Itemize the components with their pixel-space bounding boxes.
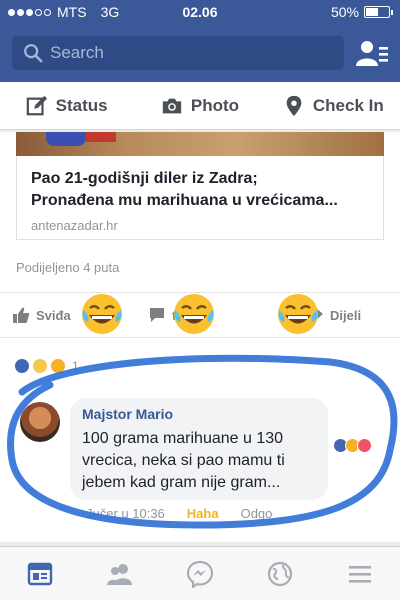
search-bar[interactable] <box>12 36 344 70</box>
link-title-line1: Pao 21-godišnji diler iz Zadra; <box>31 170 258 187</box>
tab-messenger[interactable] <box>184 558 216 590</box>
composer-bar: Status Photo Check In <box>0 82 400 130</box>
search-input[interactable] <box>50 43 310 63</box>
laughing-emoji-icon <box>82 294 122 334</box>
haha-reaction-button[interactable]: Haha <box>187 506 219 521</box>
comment-author[interactable]: Majstor Mario <box>82 406 316 422</box>
battery-percent: 50% <box>330 4 359 20</box>
avatar[interactable] <box>20 402 60 442</box>
friend-requests-icon[interactable] <box>356 38 388 68</box>
reply-button[interactable]: Odgo <box>241 506 273 521</box>
status-label: Status <box>55 95 108 115</box>
laughing-emoji-icon <box>278 294 318 334</box>
messenger-icon <box>186 560 214 588</box>
friends-icon <box>107 563 132 585</box>
search-icon <box>24 44 43 63</box>
thumbs-up-icon <box>13 307 30 323</box>
laughing-emoji-icon <box>174 294 214 334</box>
haha-icon <box>50 358 66 374</box>
comment-reactions[interactable] <box>333 438 372 453</box>
tab-bar <box>0 546 400 600</box>
like-button[interactable]: Sviđa <box>12 306 71 324</box>
link-preview-image[interactable] <box>16 132 384 156</box>
comment-text-line3: jebem kad gram nije gram... <box>82 474 281 491</box>
link-preview[interactable]: Pao 21-godišnji diler iz Zadra; Pronađen… <box>16 156 384 240</box>
camera-icon <box>162 98 182 113</box>
news-feed-icon <box>27 562 53 585</box>
top-bar: MTS 3G 02.06 50% <box>0 0 400 82</box>
reaction-summary[interactable]: 1 <box>14 358 79 374</box>
location-pin-icon <box>286 95 302 116</box>
checkin-button[interactable]: Check In <box>267 82 400 129</box>
comment-bubble: Majstor Mario 100 grama marihuane u 130 … <box>70 398 328 500</box>
comment-time: Jučer u 10:36 <box>86 506 165 521</box>
link-domain: antenazadar.hr <box>31 218 118 233</box>
share-label: Dijeli <box>330 307 362 323</box>
link-title-line2: Pronađena mu marihuana u vrećicama... <box>31 192 338 209</box>
share-count[interactable]: Podijeljeno 4 puta <box>16 260 119 275</box>
comment-icon <box>150 308 164 322</box>
photo-label: Photo <box>190 95 240 115</box>
love-icon <box>357 438 372 453</box>
photo-button[interactable]: Photo <box>133 82 266 129</box>
like-label: Sviđa <box>36 307 71 323</box>
tab-menu[interactable] <box>344 558 376 590</box>
comment-text-line2: vrecica, neka si pao mamu ti <box>82 452 285 469</box>
tab-news-feed[interactable] <box>24 558 56 590</box>
edit-icon <box>26 95 47 115</box>
reaction-count: 1 <box>72 359 79 373</box>
status-button[interactable]: Status <box>0 82 133 129</box>
like-icon <box>14 358 30 374</box>
tab-notifications[interactable] <box>264 558 296 590</box>
tab-friends[interactable] <box>104 558 136 590</box>
menu-icon <box>349 565 371 583</box>
comment-meta: Jučer u 10:36 Haha Odgo <box>86 506 272 521</box>
battery-info: 50% <box>330 4 393 20</box>
post-card: Pao 21-godišnji diler iz Zadra; Pronađen… <box>0 132 400 542</box>
battery-icon <box>364 6 393 18</box>
globe-icon <box>267 561 293 586</box>
status-bar: MTS 3G 02.06 50% <box>0 0 400 26</box>
comment-text-line1: 100 grama marihuane u 130 <box>82 430 284 447</box>
checkin-label: Check In <box>312 95 384 115</box>
sad-icon <box>32 358 48 374</box>
